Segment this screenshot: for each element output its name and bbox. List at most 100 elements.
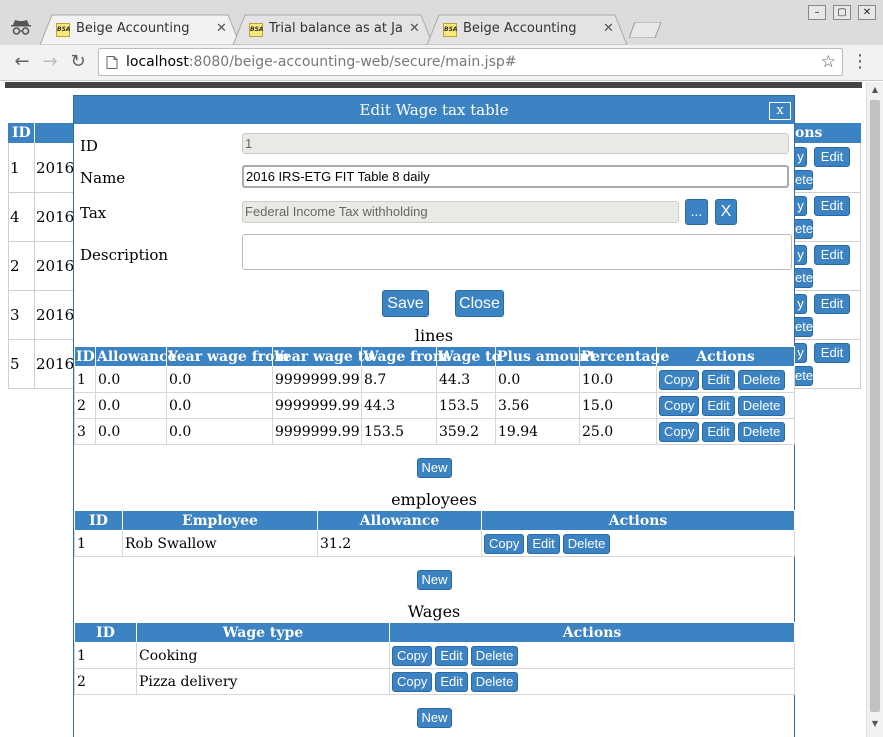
tab-close-icon[interactable]: ✕ bbox=[216, 21, 227, 36]
description-textarea[interactable] bbox=[242, 234, 792, 270]
bg-row-border bbox=[795, 339, 861, 340]
cell: 0.0 bbox=[95, 418, 167, 445]
save-button[interactable]: Save bbox=[382, 290, 429, 317]
bg-copy-button[interactable]: y bbox=[795, 147, 807, 167]
bg-row-border bbox=[795, 388, 861, 389]
delete-button[interactable]: Delete bbox=[737, 421, 786, 442]
bg-edit-button[interactable]: Edit bbox=[814, 294, 850, 314]
maximize-button[interactable]: ▢ bbox=[833, 5, 851, 20]
address-bar[interactable]: localhost:8080/beige-accounting-web/secu… bbox=[98, 48, 843, 76]
bg-row-border bbox=[8, 241, 74, 242]
table-row: 1 0.0 0.0 9999999.99 8.7 44.3 0.0 10.0 C… bbox=[74, 366, 795, 393]
bg-copy-button[interactable]: y bbox=[795, 294, 807, 314]
col-header: Wage type bbox=[136, 622, 390, 643]
bookmark-star-icon[interactable]: ☆ bbox=[821, 49, 836, 75]
bg-copy-button[interactable]: y bbox=[795, 196, 807, 216]
cell: 2 bbox=[74, 392, 96, 419]
lines-new-button[interactable]: New bbox=[417, 458, 452, 478]
bg-edit-button[interactable]: Edit bbox=[814, 196, 850, 216]
browser-tab-1[interactable]: BSA Beige Accounting ✕ bbox=[40, 14, 240, 45]
bg-edit-button[interactable]: Edit bbox=[814, 343, 850, 363]
name-field[interactable]: 2016 IRS-ETG FIT Table 8 daily bbox=[242, 165, 789, 188]
new-tab-button[interactable] bbox=[629, 22, 661, 38]
edit-button[interactable]: Edit bbox=[702, 395, 735, 416]
tax-pick-button[interactable]: ... bbox=[685, 199, 708, 225]
bg-border bbox=[34, 143, 35, 388]
scroll-down-icon[interactable]: ▼ bbox=[870, 719, 880, 728]
col-header: ID bbox=[74, 510, 123, 531]
cell: 10.0 bbox=[579, 366, 657, 393]
copy-button[interactable]: Copy bbox=[659, 395, 700, 416]
wages-new-button[interactable]: New bbox=[417, 708, 452, 728]
cell: 8.7 bbox=[361, 366, 437, 393]
edit-button[interactable]: Edit bbox=[435, 645, 468, 666]
bg-row-name: 2016 bbox=[36, 208, 75, 226]
tab-close-icon[interactable]: ✕ bbox=[603, 21, 614, 36]
browser-menu-icon[interactable]: ⋮ bbox=[850, 50, 870, 74]
back-arrow-icon[interactable]: ← bbox=[10, 50, 34, 74]
bg-edit-button[interactable]: Edit bbox=[814, 147, 850, 167]
delete-button[interactable]: Delete bbox=[470, 645, 519, 666]
window-close-button[interactable]: ✕ bbox=[858, 5, 876, 20]
delete-button[interactable]: Delete bbox=[562, 533, 611, 554]
dialog-close-icon[interactable]: x bbox=[769, 102, 791, 120]
bg-delete-button[interactable]: ete bbox=[795, 317, 813, 337]
copy-button[interactable]: Copy bbox=[392, 645, 433, 666]
bg-row-border bbox=[795, 241, 861, 242]
delete-button[interactable]: Delete bbox=[737, 395, 786, 416]
lines-table: ID Allowance Year wage from Year wage to… bbox=[74, 346, 795, 445]
col-header: Wage to bbox=[436, 346, 501, 367]
copy-button[interactable]: Copy bbox=[484, 533, 525, 554]
tax-clear-button[interactable]: X bbox=[715, 199, 737, 225]
bg-edit-button[interactable]: Edit bbox=[814, 245, 850, 265]
page-viewport: ID ons 1 2016 4 2016 2 2016 3 2016 5 201… bbox=[0, 82, 883, 737]
col-header: Year wage to bbox=[272, 346, 374, 367]
cell: 19.94 bbox=[495, 418, 580, 445]
delete-button[interactable]: Delete bbox=[737, 369, 786, 390]
employees-new-button[interactable]: New bbox=[417, 570, 452, 590]
col-header: Employee bbox=[122, 510, 318, 531]
actions-cell: Copy Edit Delete bbox=[481, 530, 795, 557]
bg-copy-button[interactable]: y bbox=[795, 245, 807, 265]
cell: 3.56 bbox=[495, 392, 580, 419]
table-row: 2 0.0 0.0 9999999.99 44.3 153.5 3.56 15.… bbox=[74, 392, 795, 419]
cell: 1 bbox=[74, 530, 123, 557]
forward-arrow-icon[interactable]: → bbox=[38, 50, 62, 74]
cell: 44.3 bbox=[361, 392, 437, 419]
delete-button[interactable]: Delete bbox=[470, 671, 519, 692]
employees-table: ID Employee Allowance Actions 1 Rob Swal… bbox=[74, 510, 795, 557]
close-button[interactable]: Close bbox=[455, 290, 504, 317]
scrollbar-thumb[interactable] bbox=[870, 100, 880, 712]
bg-row-id: 4 bbox=[10, 208, 20, 226]
edit-button[interactable]: Edit bbox=[435, 671, 468, 692]
browser-toolbar: ← → ↻ localhost:8080/beige-accounting-we… bbox=[0, 45, 883, 81]
bg-copy-button[interactable]: y bbox=[795, 343, 807, 363]
page-scrollbar[interactable]: ▲ ▼ bbox=[866, 82, 883, 737]
tab-close-icon[interactable]: ✕ bbox=[409, 21, 420, 36]
edit-button[interactable]: Edit bbox=[527, 533, 560, 554]
col-header: Year wage from bbox=[166, 346, 290, 367]
tax-field[interactable]: Federal Income Tax withholding bbox=[242, 201, 679, 223]
copy-button[interactable]: Copy bbox=[659, 421, 700, 442]
bg-row-border bbox=[795, 290, 861, 291]
copy-button[interactable]: Copy bbox=[659, 369, 700, 390]
copy-button[interactable]: Copy bbox=[392, 671, 433, 692]
scroll-up-icon[interactable]: ▲ bbox=[870, 85, 880, 94]
bg-delete-button[interactable]: ete bbox=[795, 219, 813, 239]
browser-tab-3[interactable]: BSA Beige Accounting ✕ bbox=[427, 14, 627, 45]
id-field[interactable]: 1 bbox=[242, 133, 789, 154]
edit-button[interactable]: Edit bbox=[702, 421, 735, 442]
browser-tab-2[interactable]: BSA Trial balance as at Jan ✕ bbox=[233, 14, 433, 45]
cell: 153.5 bbox=[361, 418, 437, 445]
minimize-button[interactable]: – bbox=[808, 5, 826, 20]
cell: 3 bbox=[74, 418, 96, 445]
reload-icon[interactable]: ↻ bbox=[66, 50, 90, 74]
bg-delete-button[interactable]: ete bbox=[795, 268, 813, 288]
bg-row-name: 2016 bbox=[36, 257, 75, 275]
tab-favicon-icon: BSA bbox=[249, 23, 264, 37]
cell: 9999999.99 bbox=[272, 366, 362, 393]
table-row: 1 Cooking Copy Edit Delete bbox=[74, 642, 795, 669]
edit-button[interactable]: Edit bbox=[702, 369, 735, 390]
bg-delete-button[interactable]: ete bbox=[795, 366, 813, 386]
bg-delete-button[interactable]: ete bbox=[795, 170, 813, 190]
